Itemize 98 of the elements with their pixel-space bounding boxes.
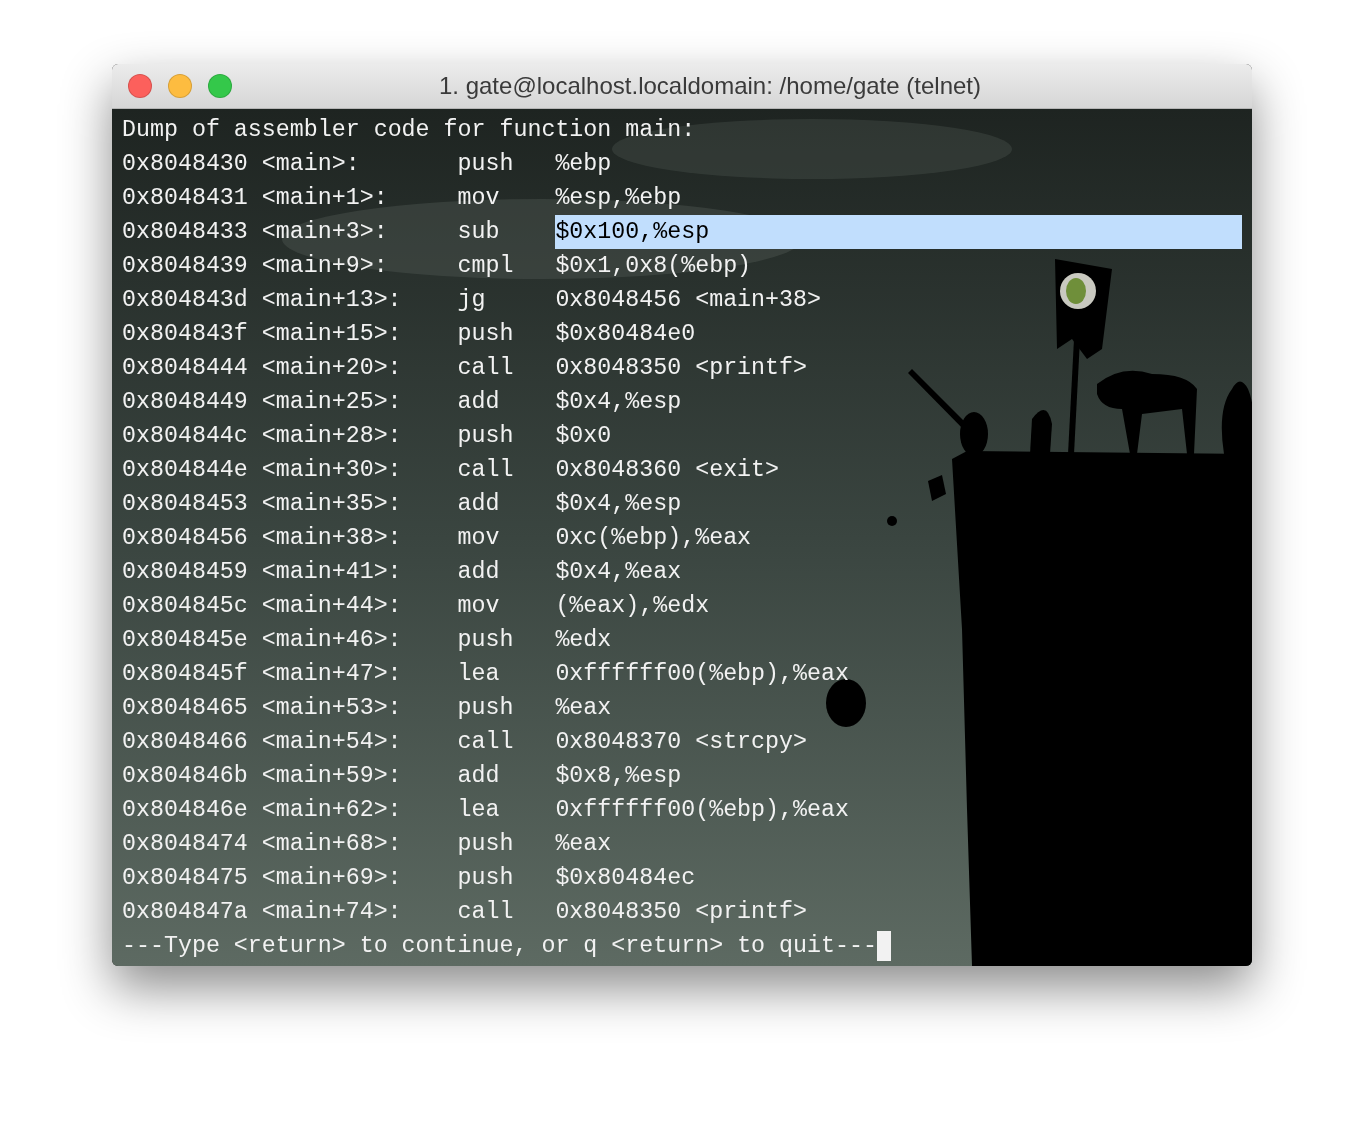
operand-text: $0x1,0x8(%ebp) [555, 252, 752, 281]
address-text: 0x8048444 [122, 354, 249, 383]
operand-text: $0x80484ec [555, 864, 696, 893]
address-text: 0x804843d [122, 286, 249, 315]
address-text: 0x8048430 [122, 150, 249, 179]
operand-text: 0xffffff00(%ebp),%eax [555, 796, 849, 825]
operand-text: $0x4,%esp [555, 388, 682, 417]
minimize-button[interactable] [168, 74, 192, 98]
address-text: 0x8048449 [122, 388, 249, 417]
symbol-text: <main+38>: [261, 524, 403, 553]
address-text: 0x804846e [122, 796, 249, 825]
instruction-text: add [457, 558, 501, 587]
instruction-text: mov [457, 184, 501, 213]
address-text: 0x8048475 [122, 864, 249, 893]
symbol-text: <main+28>: [261, 422, 403, 451]
symbol-text: <main+25>: [261, 388, 403, 417]
instruction-text: call [457, 728, 515, 757]
close-button[interactable] [128, 74, 152, 98]
symbol-text: <main+47>: [261, 660, 403, 689]
instruction-text: mov [457, 524, 501, 553]
symbol-text: <main+1>: [261, 184, 389, 213]
zoom-button[interactable] [208, 74, 232, 98]
operand-text: (%eax),%edx [555, 592, 710, 621]
instruction-text: sub [457, 218, 501, 247]
address-text: 0x8048474 [122, 830, 249, 859]
address-text: 0x8048433 [122, 218, 249, 247]
instruction-text: jg [457, 286, 487, 315]
address-text: 0x8048439 [122, 252, 249, 281]
operand-text: $0x80484e0 [555, 320, 696, 349]
instruction-text: push [457, 864, 515, 893]
address-text: 0x804845e [122, 626, 249, 655]
symbol-text: <main+15>: [261, 320, 403, 349]
instruction-text: add [457, 762, 501, 791]
symbol-text: <main+59>: [261, 762, 403, 791]
address-text: 0x8048453 [122, 490, 249, 519]
operand-text: 0x8048370 <strcpy> [555, 728, 808, 757]
operand-text: %esp,%ebp [555, 184, 682, 213]
symbol-text: <main+44>: [261, 592, 403, 621]
address-text: 0x8048465 [122, 694, 249, 723]
address-text: 0x804844c [122, 422, 249, 451]
instruction-text: lea [457, 796, 501, 825]
address-text: 0x804845f [122, 660, 249, 689]
instruction-text: mov [457, 592, 501, 621]
operand-text: 0x8048350 <printf> [555, 354, 808, 383]
operand-text: $0x4,%esp [555, 490, 682, 519]
instruction-text: call [457, 354, 515, 383]
instruction-text: lea [457, 660, 501, 689]
instruction-text: call [457, 898, 515, 927]
address-text: 0x8048466 [122, 728, 249, 757]
instruction-text: push [457, 422, 515, 451]
operand-text: $0x8,%esp [555, 762, 682, 791]
address-text: 0x8048456 [122, 524, 249, 553]
instruction-text: cmpl [457, 252, 515, 281]
instruction-text: add [457, 490, 501, 519]
operand-text: 0xffffff00(%ebp),%eax [555, 660, 849, 689]
symbol-text: <main+62>: [261, 796, 403, 825]
instruction-text: add [457, 388, 501, 417]
address-text: 0x804846b [122, 762, 249, 791]
symbol-text: <main+3>: [261, 218, 389, 247]
operand-text: 0x8048360 <exit> [555, 456, 780, 485]
instruction-text: push [457, 320, 515, 349]
symbol-text: <main+20>: [261, 354, 403, 383]
address-text: 0x8048431 [122, 184, 249, 213]
address-text: 0x804844e [122, 456, 249, 485]
operand-text: $0x4,%eax [555, 558, 682, 587]
instruction-text: push [457, 830, 515, 859]
instruction-text: call [457, 456, 515, 485]
address-text: 0x804843f [122, 320, 249, 349]
symbol-text: <main+41>: [261, 558, 403, 587]
symbol-text: <main>: [261, 150, 361, 179]
symbol-text: <main+46>: [261, 626, 403, 655]
operand-text: 0xc(%ebp),%eax [555, 524, 752, 553]
terminal-text: Dump of assembler code for function main: [122, 116, 696, 145]
address-text: 0x804847a [122, 898, 249, 927]
operand-text: 0x8048350 <printf> [555, 898, 808, 927]
selected-operand-text: $0x100,%esp [555, 215, 1242, 249]
address-text: 0x804845c [122, 592, 249, 621]
symbol-text: <main+30>: [261, 456, 403, 485]
instruction-text: push [457, 626, 515, 655]
symbol-text: <main+74>: [261, 898, 403, 927]
operand-text: %ebp [555, 150, 612, 179]
operand-text: %edx [555, 626, 612, 655]
symbol-text: <main+54>: [261, 728, 403, 757]
operand-text: %eax [555, 694, 612, 723]
operand-text: $0x0 [555, 422, 612, 451]
instruction-text: push [457, 150, 515, 179]
symbol-text: <main+9>: [261, 252, 389, 281]
symbol-text: <main+69>: [261, 864, 403, 893]
address-text: 0x8048459 [122, 558, 249, 587]
symbol-text: <main+53>: [261, 694, 403, 723]
symbol-text: <main+68>: [261, 830, 403, 859]
window-title: 1. gate@localhost.localdomain: /home/gate (telnet) [438, 72, 982, 100]
symbol-text: <main+35>: [261, 490, 403, 519]
operand-text: 0x8048456 <main+38> [555, 286, 821, 315]
instruction-text: push [457, 694, 515, 723]
operand-text: %eax [555, 830, 612, 859]
symbol-text: <main+13>: [261, 286, 403, 315]
pager-prompt: ---Type <return> to continue, or q <return> to quit--- [122, 932, 877, 961]
